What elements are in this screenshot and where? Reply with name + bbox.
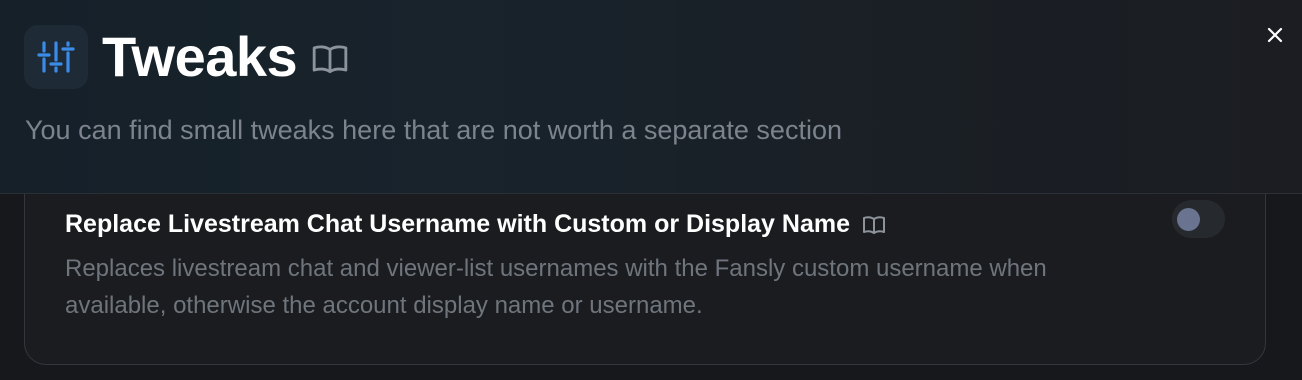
book-icon[interactable] [311,43,349,75]
setting-title: Replace Livestream Chat Username with Cu… [65,209,850,238]
setting-title-row: Replace Livestream Chat Username with Cu… [65,206,886,242]
close-icon [1267,27,1283,43]
setting-description: Replaces livestream chat and viewer-list… [65,255,1047,319]
page-header: Tweaks You can find small tweaks here th… [0,0,1302,194]
title-row: Tweaks [24,24,349,90]
page-title: Tweaks [102,25,298,88]
tweaks-page: Replace Livestream Chat Username with Cu… [0,0,1302,380]
book-icon[interactable] [862,215,886,235]
setting-toggle[interactable] [1172,200,1225,238]
toggle-knob [1177,208,1200,231]
sliders-icon [24,25,88,89]
page-subtitle: You can find small tweaks here that are … [25,115,842,145]
close-button[interactable] [1262,22,1288,48]
